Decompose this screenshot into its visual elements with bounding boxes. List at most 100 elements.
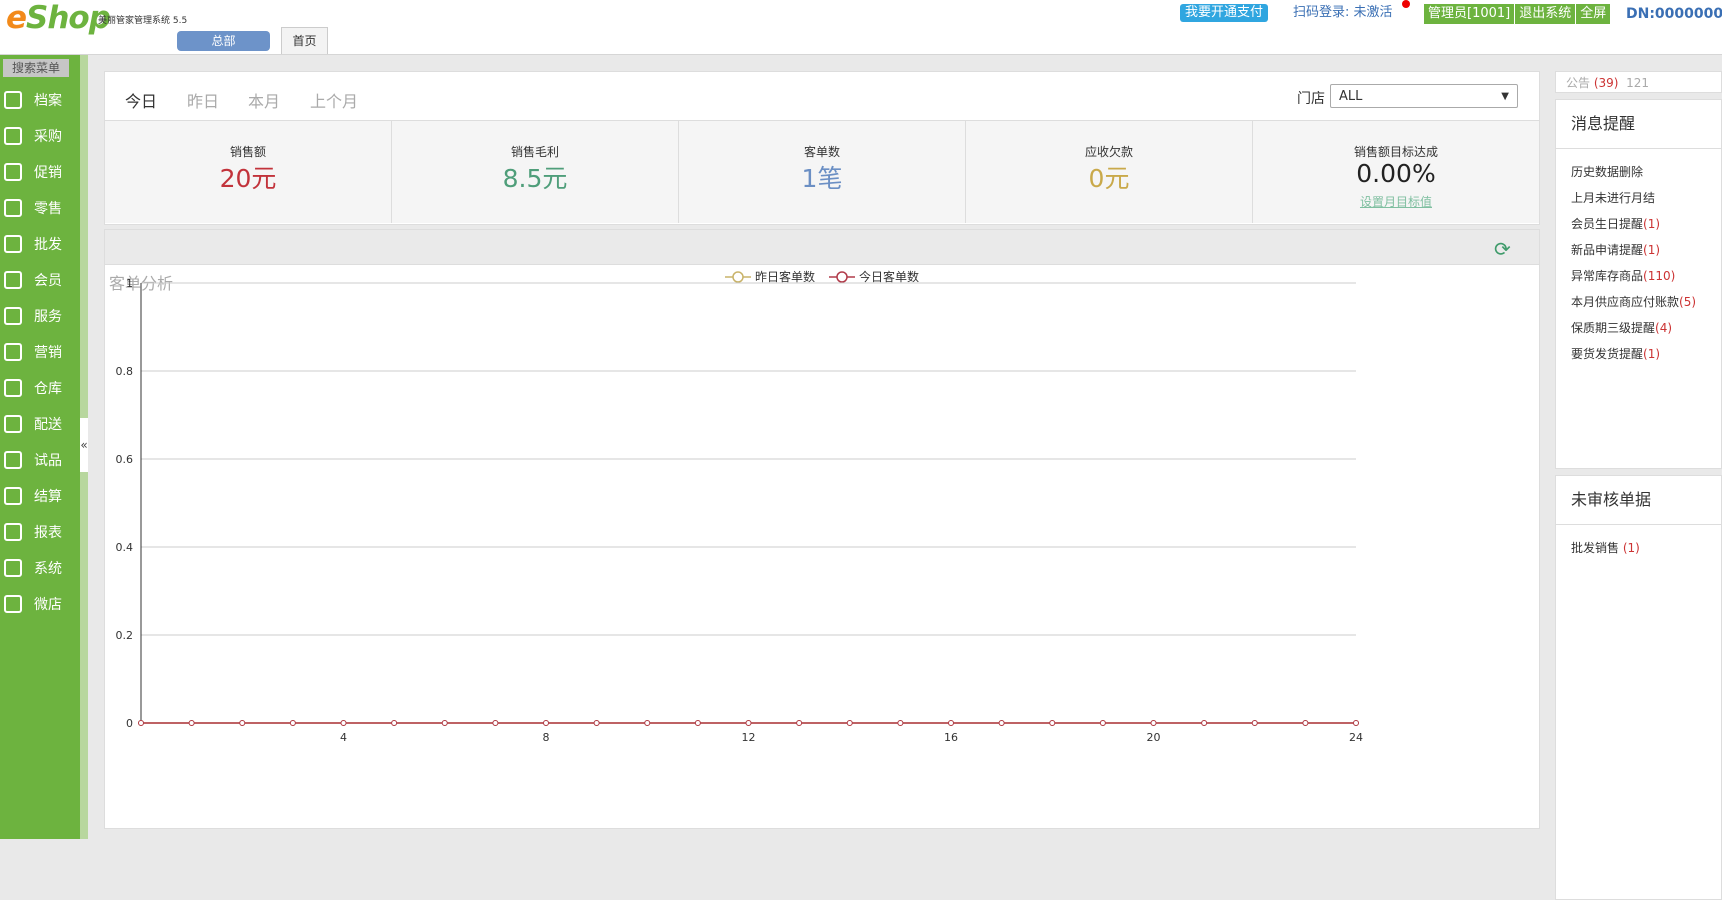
sidebar-item-8[interactable]: 仓库 bbox=[0, 371, 80, 407]
sidebar-item-14[interactable]: 微店 bbox=[0, 587, 80, 623]
data-point bbox=[1099, 720, 1106, 726]
data-point bbox=[1201, 720, 1208, 726]
fullscreen-button[interactable]: 全屏 bbox=[1576, 4, 1612, 24]
sidebar-item-4[interactable]: 批发 bbox=[0, 227, 80, 263]
data-point bbox=[948, 720, 954, 726]
notice-other: 121 bbox=[1626, 76, 1650, 90]
sidebar-item-10[interactable]: 试品 bbox=[0, 443, 80, 479]
data-point bbox=[289, 720, 296, 726]
files-icon bbox=[4, 91, 22, 109]
message-item[interactable]: 会员生日提醒(1) bbox=[1556, 211, 1721, 237]
stat-title: 销售额 bbox=[229, 145, 266, 159]
unaudited-list: 批发销售 (1) bbox=[1556, 525, 1721, 561]
message-text: 会员生日提醒 bbox=[1571, 217, 1644, 231]
message-text: 保质期三级提醒 bbox=[1571, 321, 1656, 335]
data-point bbox=[188, 720, 195, 726]
sidebar-item-12[interactable]: 报表 bbox=[0, 515, 80, 551]
open-payment-button[interactable]: 我要开通支付 bbox=[1180, 4, 1269, 22]
message-item[interactable]: 上月未进行月结 bbox=[1556, 185, 1721, 211]
period-last-month[interactable]: 上个月 bbox=[310, 88, 358, 112]
refresh-icon[interactable]: ⟳ bbox=[1494, 237, 1511, 261]
bar-chart-icon bbox=[4, 523, 22, 541]
search-menu-button[interactable]: 搜索菜单 bbox=[3, 59, 69, 77]
y-tick-label: 0.6 bbox=[116, 453, 134, 466]
stat-target: 销售额目标达成 0.00% 设置月目标值 bbox=[1253, 121, 1539, 223]
tab-headquarters[interactable]: 总部 bbox=[177, 31, 270, 51]
data-point bbox=[391, 720, 398, 726]
x-tick-label: 12 bbox=[742, 731, 756, 744]
order-analysis-chart: 0 0.2 0.4 0.6 0.8 1 4 8 12 16 20 24 bbox=[116, 277, 1364, 744]
message-count: (4) bbox=[1655, 321, 1673, 335]
data-point bbox=[796, 720, 803, 726]
data-point bbox=[543, 720, 549, 726]
sidebar-item-2[interactable]: 促销 bbox=[0, 155, 80, 191]
sidebar-item-7[interactable]: 营销 bbox=[0, 335, 80, 371]
sidebar-item-9[interactable]: 配送 bbox=[0, 407, 80, 443]
sidebar-item-label: 服务 bbox=[34, 309, 62, 325]
notice-bar[interactable]: 公告 (39) 121 bbox=[1555, 71, 1722, 93]
scan-login-link[interactable]: 扫码登录: 未激活 bbox=[1293, 4, 1393, 22]
message-text: 新品申请提醒 bbox=[1571, 243, 1644, 257]
message-text: 本月供应商应付账款 bbox=[1571, 295, 1680, 309]
sidebar-item-label: 试品 bbox=[34, 453, 62, 469]
period-this-month[interactable]: 本月 bbox=[248, 88, 280, 112]
data-point bbox=[340, 720, 347, 726]
message-item[interactable]: 历史数据删除 bbox=[1556, 159, 1721, 185]
tab-home[interactable]: 首页 bbox=[281, 27, 328, 54]
y-tick-label: 0.4 bbox=[116, 541, 134, 554]
device-number: DN:00000000 bbox=[1626, 6, 1722, 22]
admin-button[interactable]: 管理员[1001] bbox=[1424, 4, 1516, 24]
user-icon bbox=[4, 271, 22, 289]
message-count: (1) bbox=[1643, 217, 1661, 231]
sidebar-item-11[interactable]: 结算 bbox=[0, 479, 80, 515]
sidebar-item-label: 结算 bbox=[34, 489, 62, 505]
data-point bbox=[846, 720, 853, 726]
sidebar-item-label: 档案 bbox=[34, 93, 62, 109]
x-tick-label: 8 bbox=[543, 731, 550, 744]
top-bar: eShop 美丽管家管理系统 5.5 总部 首页 我要开通支付 扫码登录: 未激… bbox=[0, 0, 1722, 55]
message-count: (5) bbox=[1679, 295, 1697, 309]
message-item[interactable]: 保质期三级提醒(4) bbox=[1556, 315, 1721, 341]
unaudited-panel: 未审核单据 批发销售 (1) bbox=[1555, 475, 1722, 900]
admin-toolbar: 管理员[1001] 退出系统 全屏 bbox=[1424, 4, 1612, 24]
tag-icon bbox=[4, 163, 22, 181]
logout-button[interactable]: 退出系统 bbox=[1515, 4, 1577, 24]
sidebar-item-0[interactable]: 档案 bbox=[0, 83, 80, 119]
sample-icon bbox=[4, 451, 22, 469]
data-point bbox=[492, 720, 499, 726]
stat-value: 8.5元 bbox=[502, 164, 568, 193]
message-count: (1) bbox=[1643, 347, 1661, 361]
y-tick-label: 0 bbox=[126, 717, 133, 730]
data-point bbox=[644, 720, 651, 726]
period-yesterday[interactable]: 昨日 bbox=[187, 88, 219, 112]
system-subtitle: 美丽管家管理系统 5.5 bbox=[98, 16, 188, 26]
message-item[interactable]: 批发销售 (1) bbox=[1556, 535, 1721, 561]
message-text: 要货发货提醒 bbox=[1571, 347, 1644, 361]
sidebar-item-5[interactable]: 会员 bbox=[0, 263, 80, 299]
stat-value: 0元 bbox=[1088, 164, 1130, 193]
bag-icon bbox=[4, 199, 22, 217]
sidebar-item-13[interactable]: 系统 bbox=[0, 551, 80, 587]
stats-row: 销售额 20元 销售毛利 8.5元 客单数 1笔 应收欠款 0元 销售额目标达成… bbox=[105, 120, 1539, 223]
data-point bbox=[1251, 720, 1258, 726]
stat-title: 销售额目标达成 bbox=[1353, 145, 1438, 159]
y-tick-label: 0.8 bbox=[116, 365, 134, 378]
message-item[interactable]: 要货发货提醒(1) bbox=[1556, 341, 1721, 367]
info-icon bbox=[4, 343, 22, 361]
sidebar-item-1[interactable]: 采购 bbox=[0, 119, 80, 155]
stat-gross-profit: 销售毛利 8.5元 bbox=[392, 121, 679, 223]
set-monthly-target-link[interactable]: 设置月目标值 bbox=[1253, 193, 1539, 210]
period-today[interactable]: 今日 bbox=[125, 88, 157, 112]
message-item[interactable]: 新品申请提醒(1) bbox=[1556, 237, 1721, 263]
message-item[interactable]: 本月供应商应付账款(5) bbox=[1556, 289, 1721, 315]
messages-title: 消息提醒 bbox=[1556, 100, 1721, 149]
data-point bbox=[1049, 720, 1056, 726]
sidebar-item-3[interactable]: 零售 bbox=[0, 191, 80, 227]
message-text: 历史数据删除 bbox=[1571, 165, 1644, 179]
collapse-sidebar-button[interactable]: « bbox=[80, 418, 88, 472]
x-tick-label: 16 bbox=[944, 731, 958, 744]
stat-title: 销售毛利 bbox=[510, 145, 559, 159]
message-item[interactable]: 异常库存商品(110) bbox=[1556, 263, 1721, 289]
store-select[interactable]: ALL ▼ bbox=[1330, 84, 1518, 108]
sidebar-item-6[interactable]: 服务 bbox=[0, 299, 80, 335]
